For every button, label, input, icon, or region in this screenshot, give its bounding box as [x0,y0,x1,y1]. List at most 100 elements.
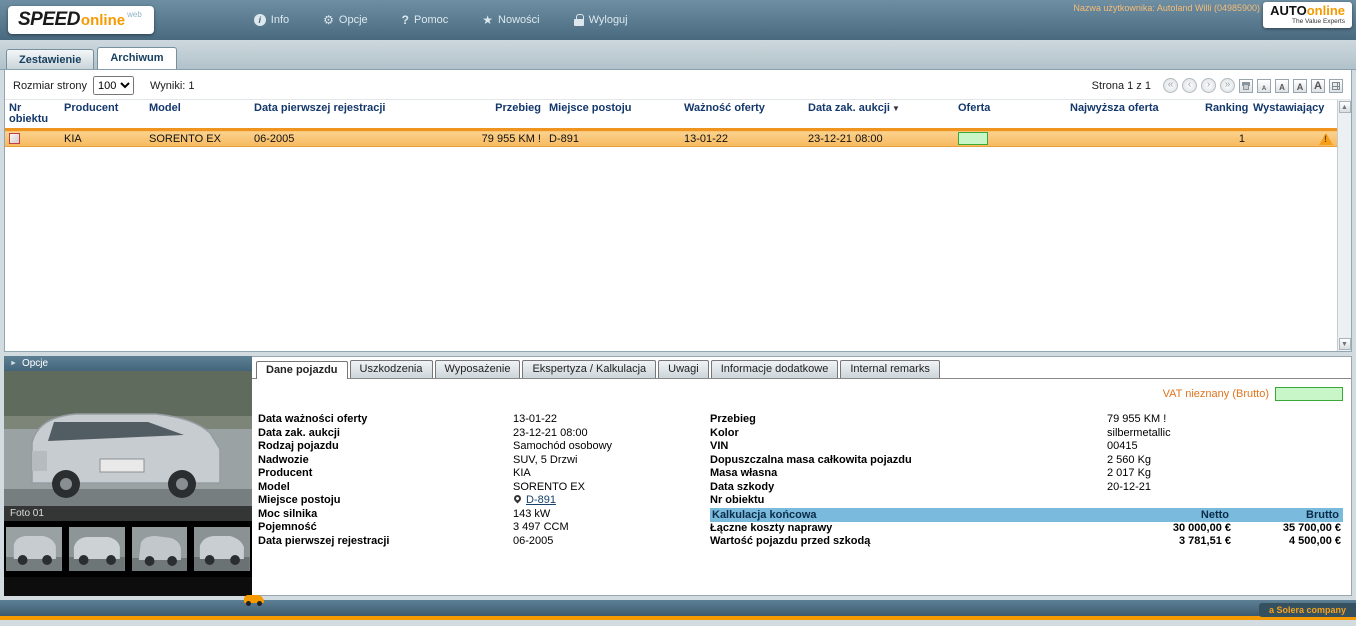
col-waznosc-oferty[interactable]: Ważność oferty [680,100,804,130]
font-size-large-button[interactable]: A [1293,79,1307,93]
tab-wyposazenie[interactable]: Wyposażenie [435,360,521,378]
field-label: Model [258,481,513,495]
field-value [1107,494,1343,508]
tab-uwagi[interactable]: Uwagi [658,360,709,378]
kalkulacja-netto-value: 30 000,00 € [1091,522,1231,536]
font-size-medium-button[interactable]: A [1275,79,1289,93]
thumbnail-2[interactable] [69,527,125,571]
field-row: NadwozieSUV, 5 Drzwi [258,454,710,468]
location-link[interactable]: D-891 [526,494,556,506]
col-wystawiajacy[interactable]: Wystawiający [1249,100,1337,130]
kalkulacja-row-label: Łączne koszty naprawy [710,522,1091,536]
cell-nr-obiektu[interactable] [5,130,60,147]
col-rejestracja[interactable]: Data pierwszej rejestracji [250,100,450,130]
brand-online-text: online [1307,3,1345,18]
table-scrollbar[interactable]: ▲ ▼ [1337,100,1351,351]
page-info: Strona 1 z 1 [1092,80,1151,92]
tab-internal-remarks[interactable]: Internal remarks [840,360,939,378]
table-header-row: Nr obiektu Producent Model Data pierwsze… [5,100,1337,130]
top-menu: i Info ⚙ Opcje ? Pomoc ★ Nowości Wyloguj [254,13,628,27]
top-header: SPEED online web i Info ⚙ Opcje ? Pomoc … [0,0,1356,40]
results-toolbar: Rozmiar strony 100 Wyniki: 1 Strona 1 z … [5,70,1351,99]
thumbnail-3[interactable] [132,527,188,571]
next-page-button[interactable]: › [1201,78,1216,93]
tab-zestawienie[interactable]: Zestawienie [6,49,94,69]
field-value: SORENTO EX [513,481,710,495]
col-miejsce-postoju[interactable]: Miejsce postoju [545,100,680,130]
field-label: Data pierwszej rejestracji [258,535,513,549]
field-label: Pojemność [258,521,513,535]
thumbnail-1[interactable] [6,527,62,571]
tab-dane-pojazdu[interactable]: Dane pojazdu [256,361,348,379]
cell-producent[interactable]: KIA [60,130,145,147]
field-label: Moc silnika [258,508,513,522]
opcje-label: Opcje [22,358,48,369]
field-row: Data zak. aukcji23-12-21 08:00 [258,427,710,441]
kalkulacja-row-wartosc: Wartość pojazdu przed szkodą 3 781,51 € … [710,535,1343,549]
warning-icon[interactable] [1319,133,1333,145]
font-size-xlarge-button[interactable]: A [1311,79,1325,93]
page-footer: a Solera company [0,600,1356,620]
cell-data-zak-aukcji[interactable]: 23-12-21 08:00 [804,130,954,147]
detail-tabstrip: Dane pojazdu Uszkodzenia Wyposażenie Eks… [252,357,1351,379]
field-row: Pojemność3 497 CCM [258,521,710,535]
menu-item-wyloguj[interactable]: Wyloguj [574,13,628,27]
field-row: Data pierwszej rejestracji06-2005 [258,535,710,549]
prev-page-button[interactable]: ‹ [1182,78,1197,93]
tab-informacje-dodatkowe[interactable]: Informacje dodatkowe [711,360,839,378]
tab-uszkodzenia[interactable]: Uszkodzenia [350,360,433,378]
brand-auto-text: AUTO [1270,3,1307,18]
scroll-down-icon[interactable]: ▼ [1339,338,1351,350]
menu-label-opcje: Opcje [339,14,368,26]
col-przebieg[interactable]: Przebieg [450,100,545,130]
col-model[interactable]: Model [145,100,250,130]
results-count: Wyniki: 1 [150,80,195,92]
tab-ekspertyza-kalkulacja[interactable]: Ekspertyza / Kalkulacja [522,360,656,378]
last-page-button[interactable]: » [1220,78,1235,93]
scroll-up-icon[interactable]: ▲ [1339,101,1351,113]
menu-item-pomoc[interactable]: ? Pomoc [402,13,449,27]
col-najwyzsza-oferta[interactable]: Najwyższa oferta [1066,100,1201,130]
cell-wystawiajacy [1249,130,1337,147]
print-icon[interactable] [1239,79,1253,93]
field-value: SUV, 5 Drzwi [513,454,710,468]
menu-label-wyloguj: Wyloguj [589,14,628,26]
vehicle-photo[interactable]: Foto 01 [4,371,252,521]
cell-ranking[interactable]: 1 [1201,130,1249,147]
col-nr-obiektu[interactable]: Nr obiektu [5,100,60,130]
opcje-collapse-bar[interactable]: ► Opcje [4,356,252,371]
photo-panel-filler [4,577,252,596]
cell-rejestracja[interactable]: 06-2005 [250,130,450,147]
col-oferta[interactable]: Oferta [954,100,1066,130]
page-size-select[interactable]: 100 [93,76,134,95]
thumbnail-4[interactable] [194,527,250,571]
col-ranking[interactable]: Ranking [1201,100,1249,130]
vehicle-photo-image [4,371,252,521]
col-producent[interactable]: Producent [60,100,145,130]
cell-model[interactable]: SORENTO EX [145,130,250,147]
tab-archiwum[interactable]: Archiwum [97,47,176,69]
font-size-small-button[interactable]: A [1257,79,1271,93]
menu-item-nowosci[interactable]: ★ Nowości [482,13,539,27]
vat-input-box[interactable] [1275,387,1343,401]
field-value: 00415 [1107,440,1343,454]
col-data-zak-aukcji[interactable]: Data zak. aukcji▼ [804,100,954,130]
field-label: Kolor [710,427,1107,441]
menu-item-info[interactable]: i Info [254,13,289,27]
field-row: Data ważności oferty13-01-22 [258,413,710,427]
export-grid-icon[interactable] [1329,79,1343,93]
cell-waznosc-oferty[interactable]: 13-01-22 [680,130,804,147]
cell-przebieg[interactable]: 79 955 KM ! [450,130,545,147]
field-value: 23-12-21 08:00 [513,427,710,441]
cell-miejsce-postoju[interactable]: D-891 [545,130,680,147]
results-panel: Rozmiar strony 100 Wyniki: 1 Strona 1 z … [4,70,1352,352]
field-label: Dopuszczalna masa całkowita pojazdu [710,454,1107,468]
kalkulacja-row-label: Wartość pojazdu przed szkodą [710,535,1091,549]
vehicle-row[interactable]: KIA SORENTO EX 06-2005 79 955 KM ! D-891… [5,130,1337,147]
menu-item-opcje[interactable]: ⚙ Opcje [323,13,368,27]
first-page-button[interactable]: « [1163,78,1178,93]
offer-input-box[interactable] [958,132,988,145]
speed-online-logo[interactable]: SPEED online web [8,6,154,34]
field-label: Masa własna [710,467,1107,481]
field-label: Rodzaj pojazdu [258,440,513,454]
